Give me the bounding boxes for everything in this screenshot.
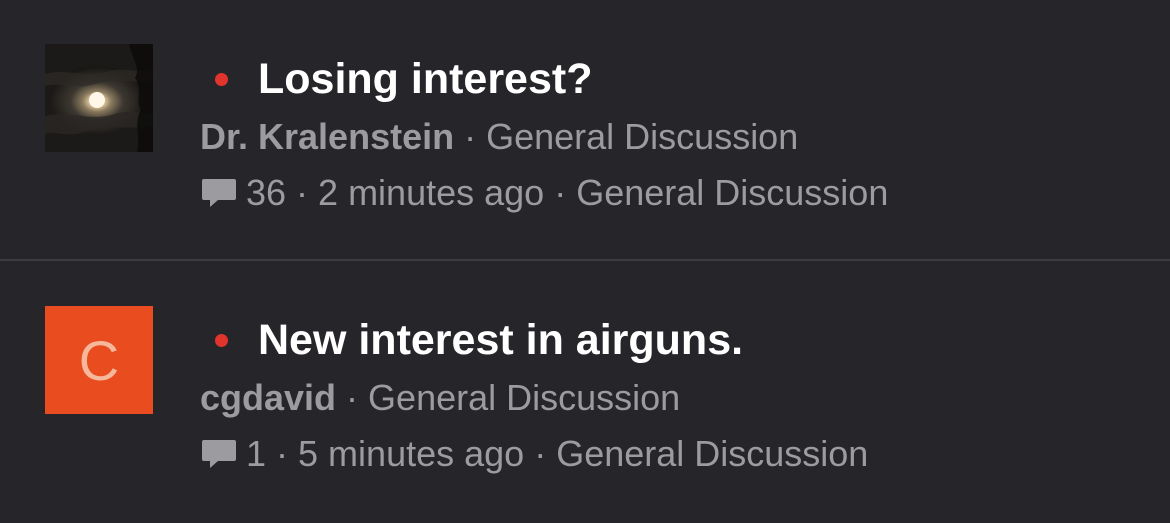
topic-stats: 36 · 2 minutes ago · General Discussion: [200, 170, 1150, 216]
title-row: Losing interest?: [200, 54, 1150, 104]
author-name[interactable]: cgdavid: [200, 377, 336, 419]
list-item[interactable]: Losing interest? Dr. Kralenstein · Gener…: [0, 0, 1170, 261]
author-name[interactable]: Dr. Kralenstein: [200, 116, 454, 158]
separator: ·: [346, 377, 359, 418]
topic-meta: Dr. Kralenstein · General Discussion: [200, 114, 1150, 160]
time-ago[interactable]: 2 minutes ago: [318, 172, 544, 214]
topic-title[interactable]: New interest in airguns.: [258, 316, 743, 365]
reply-count: 1: [246, 433, 267, 474]
topic-content: Losing interest? Dr. Kralenstein · Gener…: [200, 54, 1150, 216]
unread-dot-icon: [215, 72, 228, 86]
separator: ·: [464, 116, 477, 157]
topic-list: Losing interest? Dr. Kralenstein · Gener…: [0, 0, 1170, 522]
avatar[interactable]: C: [45, 306, 153, 414]
reply-count: 36: [246, 172, 287, 213]
list-item[interactable]: C New interest in airguns. cgdavid · Gen…: [0, 261, 1170, 522]
stats-category[interactable]: General Discussion: [576, 172, 888, 214]
letter-avatar: C: [45, 306, 153, 414]
topic-content: New interest in airguns. cgdavid · Gener…: [200, 315, 1150, 477]
time-ago[interactable]: 5 minutes ago: [298, 433, 524, 475]
category-link[interactable]: General Discussion: [486, 116, 798, 158]
stats-category[interactable]: General Discussion: [556, 433, 868, 475]
moon-photo-avatar: [45, 44, 153, 152]
topic-stats: 1 · 5 minutes ago · General Discussion: [200, 431, 1150, 477]
category-link[interactable]: General Discussion: [368, 377, 680, 419]
separator: ·: [534, 433, 547, 474]
title-row: New interest in airguns.: [200, 315, 1150, 365]
separator: ·: [276, 433, 289, 474]
topic-meta: cgdavid · General Discussion: [200, 375, 1150, 421]
separator: ·: [554, 172, 567, 213]
avatar-letter: C: [78, 328, 120, 392]
topic-title[interactable]: Losing interest?: [258, 55, 592, 104]
unread-dot-icon: [215, 333, 228, 347]
comment-icon: [200, 435, 238, 473]
avatar[interactable]: [45, 44, 153, 152]
comment-icon: [200, 174, 238, 212]
separator: ·: [296, 172, 309, 213]
